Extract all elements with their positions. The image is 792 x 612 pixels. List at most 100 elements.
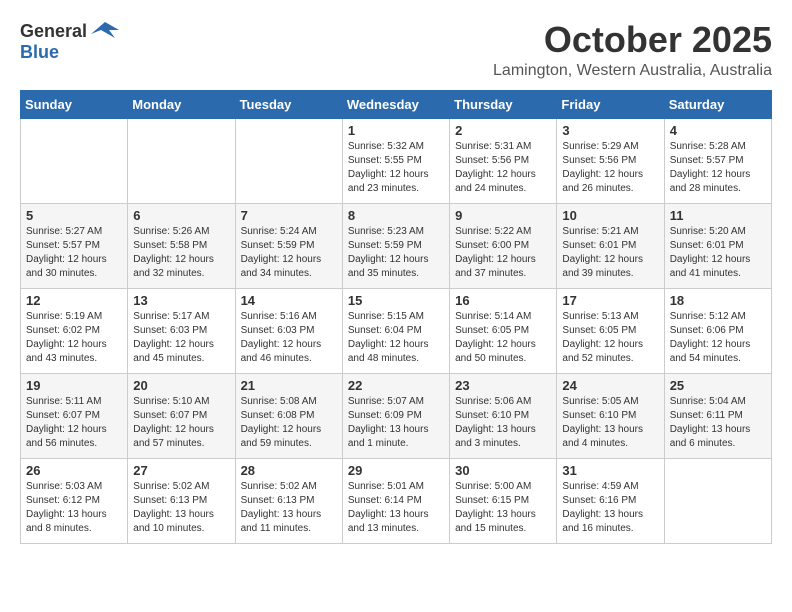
calendar-cell: 24Sunrise: 5:05 AM Sunset: 6:10 PM Dayli… <box>557 373 664 458</box>
calendar-cell: 26 Sunrise: 5:03 AM Sunset: 6:12 PM Dayli… <box>21 458 128 543</box>
calendar-cell: 16 Sunrise: 5:14 AM Sunset: 6:05 PM Dayli… <box>450 288 557 373</box>
weekday-header-monday: Monday <box>128 90 235 118</box>
month-title: October 2025 <box>493 20 772 60</box>
day-info: Sunrise: 5:07 AM Sunset: 6:09 PM Dayligh… <box>348 395 444 451</box>
day-number: 1 <box>348 123 444 138</box>
calendar-cell: 30 Sunrise: 5:00 AM Sunset: 6:15 PM Dayli… <box>450 458 557 543</box>
calendar-cell: 2Sunrise: 5:31 AM Sunset: 5:56 PM Daylig… <box>450 118 557 203</box>
day-info: Sunrise: 5:29 AM Sunset: 5:56 PM Dayligh… <box>562 140 658 196</box>
calendar-cell: 18 Sunrise: 5:12 AM Sunset: 6:06 PM Dayli… <box>664 288 771 373</box>
calendar-cell: 9 Sunrise: 5:22 AM Sunset: 6:00 PM Daylig… <box>450 203 557 288</box>
day-info: Sunrise: 5:21 AM Sunset: 6:01 PM Dayligh… <box>562 225 658 281</box>
day-number: 22 <box>348 378 444 393</box>
day-number: 7 <box>241 208 337 223</box>
calendar-cell: 13Sunrise: 5:17 AM Sunset: 6:03 PM Dayli… <box>128 288 235 373</box>
day-number: 9 <box>455 208 551 223</box>
day-info: Sunrise: 5:20 AM Sunset: 6:01 PM Dayligh… <box>670 225 766 281</box>
day-number: 16 <box>455 293 551 308</box>
calendar-cell: 12 Sunrise: 5:19 AM Sunset: 6:02 PM Dayli… <box>21 288 128 373</box>
day-info: Sunrise: 5:27 AM Sunset: 5:57 PM Dayligh… <box>26 225 122 281</box>
day-info: Sunrise: 5:02 AM Sunset: 6:13 PM Dayligh… <box>133 480 229 536</box>
calendar-cell: 20 Sunrise: 5:10 AM Sunset: 6:07 PM Dayli… <box>128 373 235 458</box>
calendar-cell: 17 Sunrise: 5:13 AM Sunset: 6:05 PM Dayli… <box>557 288 664 373</box>
day-number: 10 <box>562 208 658 223</box>
calendar-cell: 3 Sunrise: 5:29 AM Sunset: 5:56 PM Daylig… <box>557 118 664 203</box>
calendar-week-5: 26 Sunrise: 5:03 AM Sunset: 6:12 PM Dayli… <box>21 458 772 543</box>
calendar-cell: 1 Sunrise: 5:32 AM Sunset: 5:55 PM Daylig… <box>342 118 449 203</box>
calendar-cell: 4Sunrise: 5:28 AM Sunset: 5:57 PM Daylig… <box>664 118 771 203</box>
day-info: Sunrise: 5:26 AM Sunset: 5:58 PM Dayligh… <box>133 225 229 281</box>
calendar-week-2: 5Sunrise: 5:27 AM Sunset: 5:57 PM Daylig… <box>21 203 772 288</box>
day-info: Sunrise: 5:32 AM Sunset: 5:55 PM Dayligh… <box>348 140 444 196</box>
day-info: Sunrise: 5:08 AM Sunset: 6:08 PM Dayligh… <box>241 395 337 451</box>
day-info: Sunrise: 5:23 AM Sunset: 5:59 PM Dayligh… <box>348 225 444 281</box>
calendar-cell: 25 Sunrise: 5:04 AM Sunset: 6:11 PM Dayli… <box>664 373 771 458</box>
day-info: Sunrise: 5:31 AM Sunset: 5:56 PM Dayligh… <box>455 140 551 196</box>
day-number: 3 <box>562 123 658 138</box>
calendar-cell: 21 Sunrise: 5:08 AM Sunset: 6:08 PM Dayli… <box>235 373 342 458</box>
day-info: Sunrise: 5:12 AM Sunset: 6:06 PM Dayligh… <box>670 310 766 366</box>
day-info: Sunrise: 5:22 AM Sunset: 6:00 PM Dayligh… <box>455 225 551 281</box>
day-number: 21 <box>241 378 337 393</box>
day-info: Sunrise: 5:03 AM Sunset: 6:12 PM Dayligh… <box>26 480 122 536</box>
weekday-header-sunday: Sunday <box>21 90 128 118</box>
day-info: Sunrise: 5:10 AM Sunset: 6:07 PM Dayligh… <box>133 395 229 451</box>
day-number: 23 <box>455 378 551 393</box>
calendar-cell <box>235 118 342 203</box>
day-number: 17 <box>562 293 658 308</box>
location-subtitle: Lamington, Western Australia, Australia <box>493 62 772 80</box>
day-number: 26 <box>26 463 122 478</box>
day-number: 14 <box>241 293 337 308</box>
day-info: Sunrise: 5:24 AM Sunset: 5:59 PM Dayligh… <box>241 225 337 281</box>
calendar-week-3: 12 Sunrise: 5:19 AM Sunset: 6:02 PM Dayli… <box>21 288 772 373</box>
day-info: Sunrise: 5:00 AM Sunset: 6:15 PM Dayligh… <box>455 480 551 536</box>
calendar-cell: 28Sunrise: 5:02 AM Sunset: 6:13 PM Dayli… <box>235 458 342 543</box>
calendar-cell: 22 Sunrise: 5:07 AM Sunset: 6:09 PM Dayli… <box>342 373 449 458</box>
calendar-cell: 7 Sunrise: 5:24 AM Sunset: 5:59 PM Daylig… <box>235 203 342 288</box>
day-info: Sunrise: 5:13 AM Sunset: 6:05 PM Dayligh… <box>562 310 658 366</box>
day-info: Sunrise: 5:16 AM Sunset: 6:03 PM Dayligh… <box>241 310 337 366</box>
day-number: 11 <box>670 208 766 223</box>
day-info: Sunrise: 5:15 AM Sunset: 6:04 PM Dayligh… <box>348 310 444 366</box>
day-number: 27 <box>133 463 229 478</box>
calendar-table: SundayMondayTuesdayWednesdayThursdayFrid… <box>20 90 772 544</box>
calendar-cell: 10 Sunrise: 5:21 AM Sunset: 6:01 PM Dayli… <box>557 203 664 288</box>
calendar-cell: 29Sunrise: 5:01 AM Sunset: 6:14 PM Dayli… <box>342 458 449 543</box>
day-number: 30 <box>455 463 551 478</box>
day-info: Sunrise: 5:04 AM Sunset: 6:11 PM Dayligh… <box>670 395 766 451</box>
day-number: 18 <box>670 293 766 308</box>
calendar-cell: 11 Sunrise: 5:20 AM Sunset: 6:01 PM Dayli… <box>664 203 771 288</box>
day-number: 25 <box>670 378 766 393</box>
weekday-header-thursday: Thursday <box>450 90 557 118</box>
weekday-header-tuesday: Tuesday <box>235 90 342 118</box>
day-info: Sunrise: 5:28 AM Sunset: 5:57 PM Dayligh… <box>670 140 766 196</box>
calendar-cell: 27 Sunrise: 5:02 AM Sunset: 6:13 PM Dayli… <box>128 458 235 543</box>
calendar-cell: 6 Sunrise: 5:26 AM Sunset: 5:58 PM Daylig… <box>128 203 235 288</box>
day-number: 19 <box>26 378 122 393</box>
day-info: Sunrise: 5:19 AM Sunset: 6:02 PM Dayligh… <box>26 310 122 366</box>
day-number: 13 <box>133 293 229 308</box>
logo-bird-icon <box>91 20 119 42</box>
day-number: 20 <box>133 378 229 393</box>
day-info: Sunrise: 5:02 AM Sunset: 6:13 PM Dayligh… <box>241 480 337 536</box>
weekday-header-wednesday: Wednesday <box>342 90 449 118</box>
calendar-cell: 5Sunrise: 5:27 AM Sunset: 5:57 PM Daylig… <box>21 203 128 288</box>
logo-general-text: General <box>20 21 87 42</box>
calendar-week-1: 1 Sunrise: 5:32 AM Sunset: 5:55 PM Daylig… <box>21 118 772 203</box>
calendar-cell <box>21 118 128 203</box>
day-number: 15 <box>348 293 444 308</box>
day-number: 29 <box>348 463 444 478</box>
calendar-cell: 15 Sunrise: 5:15 AM Sunset: 6:04 PM Dayli… <box>342 288 449 373</box>
day-number: 6 <box>133 208 229 223</box>
day-number: 31 <box>562 463 658 478</box>
day-info: Sunrise: 5:14 AM Sunset: 6:05 PM Dayligh… <box>455 310 551 366</box>
calendar-cell: 8Sunrise: 5:23 AM Sunset: 5:59 PM Daylig… <box>342 203 449 288</box>
weekday-header-row: SundayMondayTuesdayWednesdayThursdayFrid… <box>21 90 772 118</box>
logo: General Blue <box>20 20 119 63</box>
day-number: 12 <box>26 293 122 308</box>
calendar-cell: 14 Sunrise: 5:16 AM Sunset: 6:03 PM Dayli… <box>235 288 342 373</box>
calendar-cell <box>128 118 235 203</box>
page-header: General Blue October 2025 Lamington, Wes… <box>20 20 772 80</box>
day-info: Sunrise: 4:59 AM Sunset: 6:16 PM Dayligh… <box>562 480 658 536</box>
day-info: Sunrise: 5:05 AM Sunset: 6:10 PM Dayligh… <box>562 395 658 451</box>
